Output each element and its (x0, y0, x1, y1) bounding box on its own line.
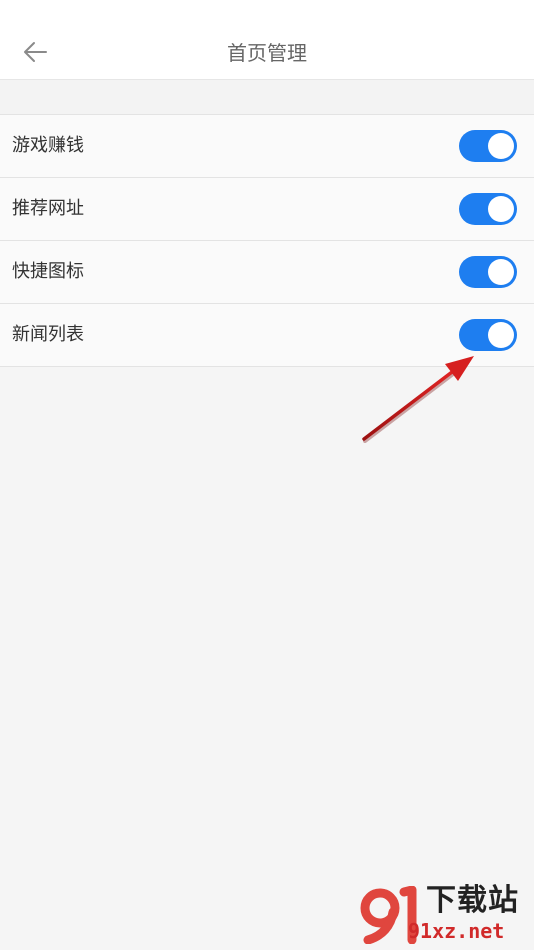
settings-list: 游戏赚钱 推荐网址 快捷图标 新闻列表 (0, 114, 534, 367)
watermark: 下载站 91xz.net (360, 884, 532, 948)
setting-row-recommended-sites: 推荐网址 (0, 178, 534, 241)
recommended-sites-toggle[interactable] (459, 193, 517, 225)
shortcut-icons-toggle[interactable] (459, 256, 517, 288)
header-bar: 首页管理 (0, 0, 534, 80)
news-list-toggle[interactable] (459, 319, 517, 351)
setting-label: 游戏赚钱 (12, 135, 84, 156)
setting-label: 推荐网址 (12, 198, 84, 219)
setting-label: 快捷图标 (12, 261, 84, 282)
toggle-knob (488, 322, 514, 348)
games-toggle[interactable] (459, 130, 517, 162)
setting-label: 新闻列表 (12, 324, 84, 345)
toggle-knob (488, 196, 514, 222)
setting-row-news-list: 新闻列表 (0, 304, 534, 367)
toggle-knob (488, 133, 514, 159)
watermark-url: 91xz.net (408, 919, 505, 943)
toggle-knob (488, 259, 514, 285)
setting-row-games: 游戏赚钱 (0, 115, 534, 178)
page-title: 首页管理 (227, 41, 307, 65)
setting-row-shortcut-icons: 快捷图标 (0, 241, 534, 304)
watermark-title: 下载站 (426, 883, 519, 918)
section-gap (0, 80, 534, 114)
